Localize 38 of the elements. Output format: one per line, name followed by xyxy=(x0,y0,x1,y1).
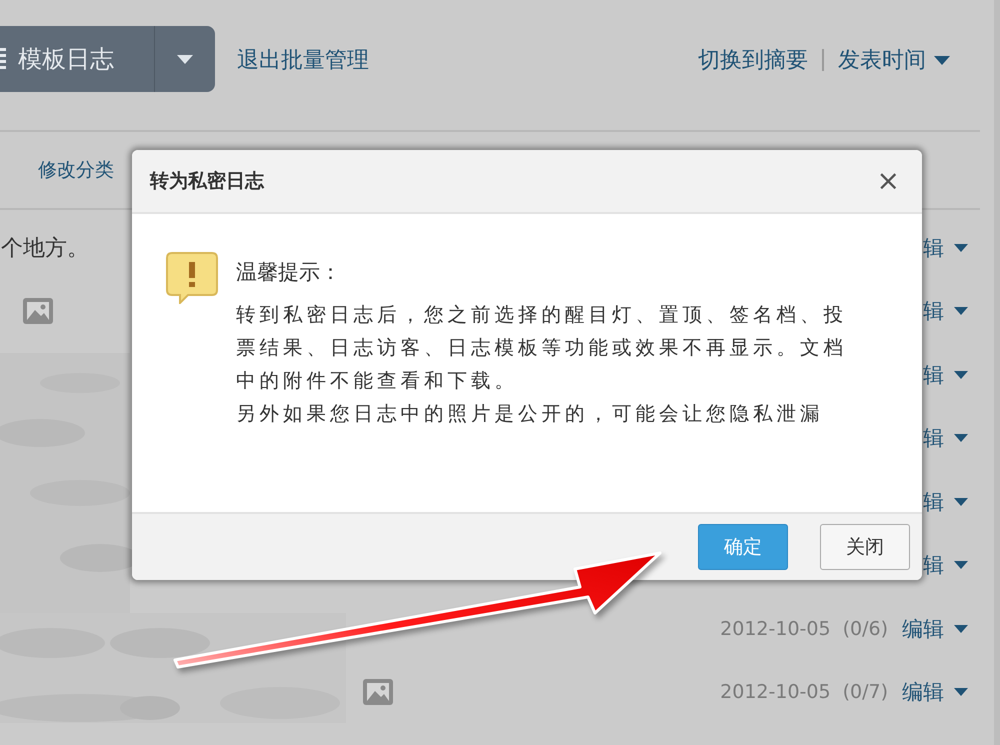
caret-icon xyxy=(954,307,968,316)
edit-dropdown[interactable]: 编辑 xyxy=(902,614,968,643)
edit-dropdown[interactable]: 编辑 xyxy=(902,678,968,706)
tip-message: 另外如果您日志中的照片是公开的，可能会让您隐私泄漏 xyxy=(236,401,824,427)
exit-batch-link[interactable]: 退出批量管理 xyxy=(237,45,369,75)
list-icon xyxy=(0,48,6,70)
sort-dropdown[interactable]: 发表时间 xyxy=(838,45,950,75)
close-button[interactable]: × xyxy=(872,167,904,195)
caret-icon xyxy=(177,54,193,64)
caret-icon xyxy=(954,561,968,570)
dropdown-button[interactable] xyxy=(155,26,215,92)
edit-dropdown[interactable]: 辑 xyxy=(923,297,968,326)
caret-icon xyxy=(954,688,968,696)
tip-heading: 温馨提示： xyxy=(236,259,342,286)
entry-count: (0/6) xyxy=(842,618,888,640)
warning-icon xyxy=(166,252,218,304)
caret-icon xyxy=(954,498,968,506)
edit-dropdown[interactable]: 辑 xyxy=(923,360,968,389)
caret-icon xyxy=(934,56,950,64)
edit-dropdown[interactable]: 辑 xyxy=(923,234,968,262)
entry-count: (0/7) xyxy=(842,681,888,704)
caret-icon xyxy=(954,434,968,442)
close-dialog-button[interactable]: 关闭 xyxy=(820,524,910,570)
entry-date: 2012-10-05 xyxy=(720,618,831,640)
entry-title: 个地方。 xyxy=(1,234,89,263)
caret-icon xyxy=(954,624,968,633)
confirm-button[interactable]: 确定 xyxy=(698,524,788,570)
edit-category-link[interactable]: 修改分类 xyxy=(38,157,114,183)
edit-dropdown[interactable]: 辑 xyxy=(923,488,968,516)
tip-message: 转到私密日志后，您之前选择的醒目灯、置顶、签名档、投票结果、日志访客、日志模板等功能或效果不再显示。文档中的附件不能查看和下载。 xyxy=(236,302,848,394)
edit-dropdown[interactable]: 辑 xyxy=(923,551,968,580)
dialog-title: 转为私密日志 xyxy=(150,169,264,194)
template-button[interactable]: 模板日志 xyxy=(0,26,155,92)
caret-icon xyxy=(954,244,968,252)
caret-icon xyxy=(954,370,968,379)
entry-date: 2012-10-05 xyxy=(720,681,831,704)
summary-link[interactable]: 切换到摘要 xyxy=(698,45,808,75)
edit-dropdown[interactable]: 辑 xyxy=(923,424,968,452)
